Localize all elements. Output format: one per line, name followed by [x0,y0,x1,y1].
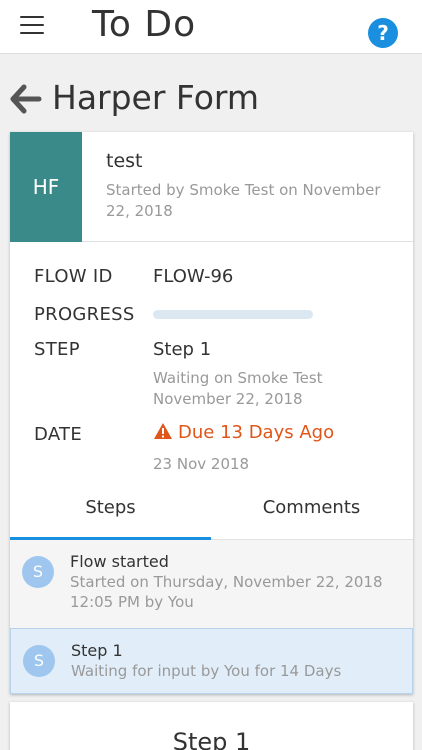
step-card-title: Step 1 [172,728,251,750]
step-subtitle: Started on Thursday, November 22, 2018 1… [70,573,383,611]
form-name: test [106,150,143,172]
hamburger-menu-icon[interactable] [20,16,44,36]
tab-bar: Steps Comments [10,488,413,540]
warning-icon [154,423,172,439]
date-value: 23 Nov 2018 [153,455,250,473]
due-status: Due 13 Days Ago [153,422,334,443]
step-avatar: S [22,556,54,588]
form-avatar: HF [10,132,82,242]
form-card-header: HF test Started by Smoke Test on Novembe… [10,132,413,242]
step-date-text: November 22, 2018 [153,390,303,408]
progress-bar [153,310,313,319]
page-title: Harper Form [52,78,260,117]
progress-label: PROGRESS [34,304,135,325]
help-icon[interactable]: ? [368,18,398,48]
step-waiting-text: Waiting on Smoke Test [153,369,323,387]
date-label: DATE [34,424,83,445]
tab-comments[interactable]: Comments [211,488,412,540]
app-title: To Do [92,4,197,45]
arrow-left-icon[interactable] [10,84,42,114]
list-item-step-1[interactable]: S Step 1 Waiting for input by You for 14… [10,628,413,694]
flow-id-value: FLOW-96 [153,266,234,287]
form-started-text: Started by Smoke Test on November 22, 20… [106,181,381,220]
form-card: HF test Started by Smoke Test on Novembe… [10,132,413,694]
step-card: Step 1 [10,702,413,750]
step-value: Step 1 [153,339,212,360]
due-text: Due 13 Days Ago [178,422,335,443]
tab-steps[interactable]: Steps [10,488,211,540]
flow-id-label: FLOW ID [34,266,113,287]
list-item-flow-started[interactable]: S Flow started Started on Thursday, Nove… [10,540,413,620]
step-avatar: S [23,645,55,677]
step-title: Step 1 [71,641,123,660]
step-subtitle: Waiting for input by You for 14 Days [71,662,342,680]
top-bar: To Do ? [0,0,422,54]
steps-list: S Flow started Started on Thursday, Nove… [10,540,413,694]
page-header: Harper Form [10,78,410,122]
step-label: STEP [34,339,80,360]
step-title: Flow started [70,552,169,571]
